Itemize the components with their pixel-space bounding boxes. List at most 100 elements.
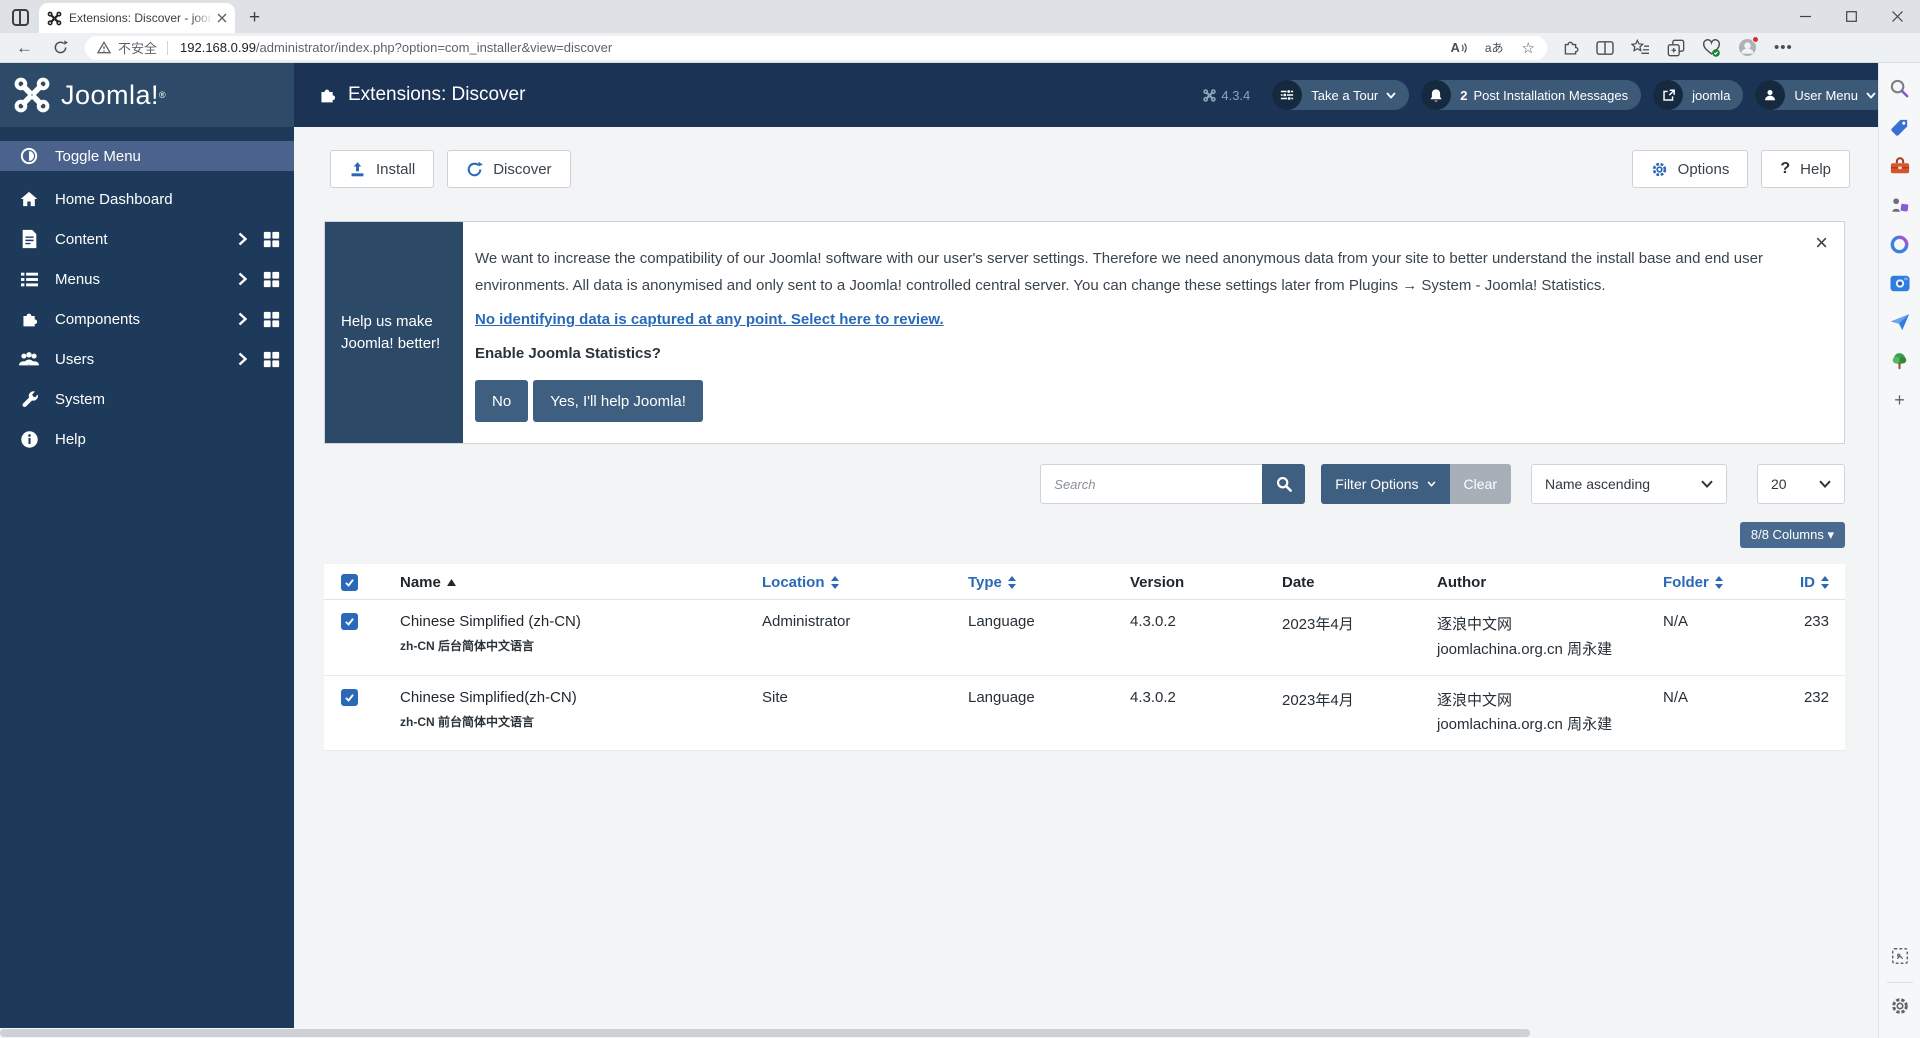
extension-id: 233: [1771, 600, 1845, 676]
extension-date: 2023年4月: [1270, 600, 1425, 676]
tree-icon[interactable]: [1887, 348, 1913, 374]
select-all-checkbox[interactable]: [341, 574, 358, 591]
extension-id: 232: [1771, 675, 1845, 751]
panel-close-icon[interactable]: ×: [1815, 232, 1828, 254]
translate-icon[interactable]: aあ: [1485, 39, 1504, 56]
scrollbar-thumb[interactable]: [0, 1029, 1530, 1037]
sidebar-item-system[interactable]: System: [0, 379, 294, 419]
browser-tab[interactable]: Extensions: Discover - joomla - A: [39, 3, 235, 33]
url-field[interactable]: 不安全 192.168.0.99/administrator/index.php…: [85, 36, 1547, 60]
discover-button[interactable]: Discover: [447, 150, 570, 188]
take-a-tour-button[interactable]: Take a Tour: [1272, 80, 1409, 110]
split-screen-icon[interactable]: [1596, 40, 1614, 56]
sidebar-item-content[interactable]: Content: [0, 219, 294, 259]
statistics-description: We want to increase the compatibility of…: [475, 246, 1764, 299]
dashboard-grid-icon[interactable]: [263, 351, 280, 368]
sort-select[interactable]: Name ascending: [1531, 464, 1727, 504]
column-header-location[interactable]: Location: [750, 564, 956, 600]
column-header-name[interactable]: Name: [388, 564, 750, 600]
filter-options-button[interactable]: Filter Options: [1321, 464, 1449, 504]
preview-site-button[interactable]: joomla: [1653, 80, 1743, 110]
add-favorite-icon[interactable]: ☆: [1522, 39, 1535, 57]
shopping-icon[interactable]: [1887, 114, 1913, 140]
sidebar-item-toggle-menu[interactable]: Toggle Menu: [0, 141, 294, 171]
install-button[interactable]: Install: [330, 150, 434, 188]
url-text: 192.168.0.99/administrator/index.php?opt…: [180, 40, 612, 55]
user-menu-button[interactable]: User Menu: [1755, 80, 1889, 110]
read-aloud-icon[interactable]: A: [1450, 40, 1466, 55]
add-to-collections-icon[interactable]: [1667, 39, 1685, 57]
back-icon[interactable]: ←: [16, 39, 33, 56]
options-button[interactable]: Options: [1632, 150, 1749, 188]
limit-select[interactable]: 20: [1757, 464, 1845, 504]
panel-body: We want to increase the compatibility of…: [463, 222, 1844, 443]
image-tool-icon[interactable]: [1887, 270, 1913, 296]
sidebar-item-menus[interactable]: Menus: [0, 259, 294, 299]
clear-button[interactable]: Clear: [1450, 464, 1511, 504]
columns-toggle-button[interactable]: 8/8 Columns ▾: [1740, 522, 1845, 548]
chevron-down-icon: [1701, 480, 1713, 488]
row-checkbox[interactable]: [341, 613, 358, 630]
sidebar-item-components[interactable]: Components: [0, 299, 294, 339]
info-icon: [18, 430, 40, 449]
statistics-no-button[interactable]: No: [475, 380, 528, 422]
send-icon[interactable]: [1887, 309, 1913, 335]
main-content: Install Discover Options ? Help Help us …: [294, 127, 1878, 1028]
sort-icon: [1715, 576, 1723, 589]
settings-gear-icon[interactable]: [1887, 993, 1913, 1019]
dashboard-grid-icon[interactable]: [263, 271, 280, 288]
sidebar-item-help[interactable]: Help: [0, 419, 294, 459]
sidebar-item-users[interactable]: Users: [0, 339, 294, 379]
dashboard-grid-icon[interactable]: [263, 311, 280, 328]
sidebar-search-icon[interactable]: [1887, 75, 1913, 101]
close-window-icon[interactable]: [1874, 0, 1920, 33]
loop-icon[interactable]: [1887, 231, 1913, 257]
column-header-date: Date: [1270, 564, 1425, 600]
sidebar-label: Users: [55, 351, 94, 368]
refresh-icon[interactable]: [53, 40, 68, 55]
statistics-yes-button[interactable]: Yes, I'll help Joomla!: [533, 380, 703, 422]
tab-actions-icon[interactable]: [12, 9, 29, 26]
profile-avatar[interactable]: [1738, 38, 1757, 57]
page-viewport: Joomla! ® Extensions: Discover 4.3.4 Tak…: [0, 63, 1920, 1038]
tab-close-icon[interactable]: [217, 13, 227, 23]
column-header-id[interactable]: ID: [1771, 564, 1845, 600]
sidebar-label: Toggle Menu: [55, 148, 141, 165]
post-installation-messages-button[interactable]: 2 Post Installation Messages: [1421, 80, 1641, 110]
horizontal-scrollbar[interactable]: [0, 1028, 1878, 1038]
wrench-icon: [18, 390, 40, 409]
filter-bar: Filter Options Clear Name ascending 20: [324, 464, 1845, 504]
gear-icon: [1651, 161, 1668, 178]
not-secure-icon: [97, 41, 111, 54]
chevron-right-icon: [238, 312, 247, 326]
help-button[interactable]: ? Help: [1761, 150, 1850, 188]
column-header-type[interactable]: Type: [956, 564, 1118, 600]
sidebar-item-home-dashboard[interactable]: Home Dashboard: [0, 179, 294, 219]
dashboard-grid-icon[interactable]: [263, 231, 280, 248]
maximize-icon[interactable]: [1828, 0, 1874, 33]
joomla-logo[interactable]: Joomla! ®: [0, 63, 294, 127]
browser-menu-icon[interactable]: •••: [1774, 39, 1793, 56]
column-header-author: Author: [1425, 564, 1651, 600]
sort-asc-icon: [447, 579, 456, 586]
browser-essentials-icon[interactable]: [1702, 39, 1721, 57]
chevron-right-icon: [238, 272, 247, 286]
minimize-icon[interactable]: [1782, 0, 1828, 33]
search-input[interactable]: [1040, 464, 1262, 504]
extensions-icon[interactable]: [1562, 39, 1579, 56]
column-header-folder[interactable]: Folder: [1651, 564, 1771, 600]
screenshot-icon[interactable]: [1887, 943, 1913, 969]
row-checkbox[interactable]: [341, 689, 358, 706]
search-button[interactable]: [1262, 464, 1305, 504]
review-data-link[interactable]: No identifying data is captured at any p…: [475, 311, 944, 328]
page-title: Extensions: Discover: [348, 84, 525, 106]
games-icon[interactable]: [1887, 192, 1913, 218]
sidebar-label: Help: [55, 431, 86, 448]
collections-icon[interactable]: [1631, 39, 1650, 56]
new-tab-button[interactable]: +: [249, 8, 260, 27]
messages-count-badge: 2: [1460, 88, 1467, 103]
tour-sliders-icon: [1272, 80, 1302, 110]
toolbox-icon[interactable]: [1887, 153, 1913, 179]
chevron-down-icon: [1427, 481, 1436, 487]
add-sidebar-app-icon[interactable]: +: [1887, 387, 1913, 413]
